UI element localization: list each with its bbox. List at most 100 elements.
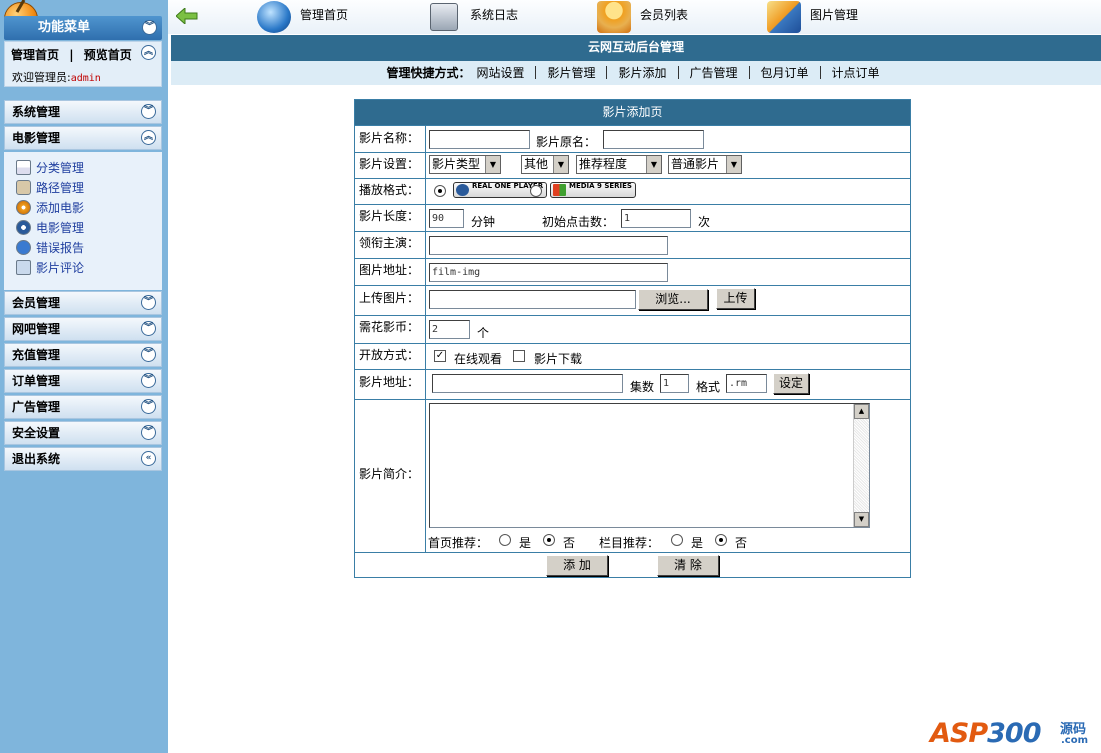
episode-input[interactable]: 1 — [660, 374, 689, 393]
movie-address-input[interactable] — [432, 374, 623, 393]
toolbar-home[interactable]: 管理首页 — [257, 0, 357, 34]
movie-intro-textarea[interactable]: ▲ ▼ — [429, 403, 870, 528]
back-arrow-icon[interactable] — [176, 8, 198, 24]
expand-up-icon[interactable]: ︽ — [141, 45, 156, 60]
home-recommend-label: 首页推荐： — [428, 536, 489, 550]
column-recommend-no-radio[interactable] — [715, 534, 727, 546]
scroll-down-icon[interactable]: ▼ — [854, 512, 869, 527]
movie-address-label: 影片地址： — [355, 370, 426, 399]
submenu-add-movie[interactable]: 添加电影 — [16, 199, 84, 217]
upload-button[interactable]: 上传 — [716, 288, 755, 309]
submenu-category[interactable]: 分类管理 — [16, 159, 84, 177]
row-form-actions: 添 加 清 除 — [355, 552, 910, 578]
dropdown-arrow-icon: ▼ — [726, 156, 741, 173]
section-member[interactable]: 会员管理 ︾ — [4, 291, 162, 315]
section-logout[interactable]: 退出系统 « — [4, 447, 162, 471]
row-movie-length-value: 90 分钟 初始点击数： 1 次 — [427, 205, 910, 231]
submenu-path[interactable]: 路径管理 — [16, 179, 84, 197]
home-recommend-yes-radio[interactable] — [499, 534, 511, 546]
toolbar-members[interactable]: 会员列表 — [597, 0, 697, 34]
coin-cost-label: 需花影币： — [355, 316, 426, 343]
scroll-up-icon[interactable]: ▲ — [854, 404, 869, 419]
column-recommend-yes-label: 是 — [691, 536, 704, 550]
section-netbar[interactable]: 网吧管理 ︾ — [4, 317, 162, 341]
origin-name-input[interactable] — [603, 130, 704, 149]
lead-actor-input[interactable] — [429, 236, 668, 255]
movie-other-select[interactable]: 其他 ▼ — [521, 155, 569, 174]
asp300-watermark-logo: ASP300 源码 .com — [930, 712, 1095, 750]
browse-button[interactable]: 浏览... — [638, 289, 708, 310]
column-recommend-yes-radio[interactable] — [671, 534, 683, 546]
sidebar: 功能菜单 ︾ 管理首页 | 预览首页 ︽ 欢迎管理员:admin 系统管理 ︾ … — [0, 0, 168, 753]
movie-submenu: 分类管理 路径管理 添加电影 电影管理 错误报告 影片评论 — [4, 152, 162, 290]
section-order-label: 订单管理 — [12, 374, 61, 388]
episode-label: 集数 — [630, 380, 655, 394]
download-checkbox[interactable] — [513, 350, 525, 362]
submenu-movie-manage[interactable]: 电影管理 — [16, 219, 84, 237]
welcome-text: 欢迎管理员:admin — [12, 69, 101, 85]
section-order[interactable]: 订单管理 ︾ — [4, 369, 162, 393]
movie-name-label: 影片名称： — [355, 126, 426, 152]
sidebar-nav: 管理首页 | 预览首页 — [11, 46, 132, 63]
section-security[interactable]: 安全设置 ︾ — [4, 421, 162, 445]
movie-length-input[interactable]: 90 — [429, 209, 464, 228]
row-open-mode: 开放方式： ✓ 在线观看 影片下载 — [355, 343, 910, 369]
upload-file-input[interactable] — [429, 290, 636, 309]
quick-links-label: 管理快捷方式： — [386, 66, 471, 80]
recommend-level-value: 推荐程度 — [579, 157, 628, 171]
section-logout-label: 退出系统 — [12, 452, 61, 466]
separator — [535, 66, 537, 79]
toolbar-pictures[interactable]: 图片管理 — [767, 0, 867, 34]
quick-link-site-settings[interactable]: 网站设置 — [470, 66, 530, 80]
section-recharge[interactable]: 充值管理 ︾ — [4, 343, 162, 367]
chevron-down-icon: ︾ — [141, 347, 156, 362]
format-label: 格式 — [696, 380, 721, 394]
movie-name-input[interactable] — [429, 130, 530, 149]
textarea-scrollbar[interactable]: ▲ ▼ — [853, 404, 869, 527]
format-media-radio[interactable] — [530, 185, 542, 197]
separator — [748, 66, 750, 79]
download-label: 影片下载 — [534, 352, 583, 366]
quick-link-ad-manage[interactable]: 广告管理 — [684, 66, 744, 80]
windows-media-icon — [553, 184, 566, 196]
section-system-label: 系统管理 — [12, 105, 61, 119]
length-unit: 分钟 — [471, 215, 496, 229]
nav-preview-link[interactable]: 预览首页 — [84, 48, 132, 62]
format-input[interactable]: .rm — [726, 374, 767, 393]
quick-link-movie-manage[interactable]: 影片管理 — [541, 66, 601, 80]
format-real-radio[interactable] — [434, 185, 446, 197]
image-url-label: 图片地址： — [355, 259, 426, 285]
nav-home-link[interactable]: 管理首页 — [11, 48, 59, 62]
movie-type-select[interactable]: 影片类型 ▼ — [429, 155, 501, 174]
chevron-down-icon: ︾ — [141, 373, 156, 388]
recommend-level-select[interactable]: 推荐程度 ▼ — [576, 155, 662, 174]
collapse-icon[interactable]: ︾ — [142, 20, 157, 35]
row-coin-cost: 需花影币： 2 个 — [355, 315, 910, 343]
sidebar-nav-panel: 管理首页 | 预览首页 ︽ 欢迎管理员:admin — [4, 41, 162, 87]
clear-button[interactable]: 清 除 — [657, 555, 719, 576]
section-system[interactable]: 系统管理 ︾ — [4, 100, 162, 124]
online-watch-checkbox[interactable]: ✓ — [434, 350, 446, 362]
play-format-label: 播放格式： — [355, 179, 426, 204]
section-movie[interactable]: 电影管理 ︽ — [4, 126, 162, 150]
add-button[interactable]: 添 加 — [546, 555, 608, 576]
quick-link-point-orders[interactable]: 计点订单 — [826, 66, 886, 80]
movie-add-form: 影片添加页 影片名称： 影片原名： 影片设置： 影片类型 ▼ 其他 ▼ 推荐程度 ▼ … — [354, 99, 911, 578]
submenu-comments[interactable]: 影片评论 — [16, 259, 84, 277]
home-recommend-no-radio[interactable] — [543, 534, 555, 546]
admin-username: admin — [70, 73, 101, 84]
initial-clicks-input[interactable]: 1 — [621, 209, 691, 228]
movie-kind-select[interactable]: 普通影片 ▼ — [668, 155, 742, 174]
quick-link-movie-add[interactable]: 影片添加 — [612, 66, 672, 80]
online-watch-label: 在线观看 — [454, 352, 503, 366]
watermark-main: ASP300 — [930, 718, 1042, 749]
row-movie-intro: 影片简介： ▲ ▼ 首页推荐： 是 否 栏目推荐： 是 否 — [355, 399, 910, 552]
quick-link-monthly-orders[interactable]: 包月订单 — [755, 66, 815, 80]
submenu-error-report[interactable]: 错误报告 — [16, 239, 84, 257]
toolbar-log[interactable]: 系统日志 — [427, 0, 527, 34]
image-url-input[interactable]: film-img — [429, 263, 668, 282]
coin-cost-input[interactable]: 2 — [429, 320, 470, 339]
set-button[interactable]: 设定 — [773, 373, 809, 394]
section-ad[interactable]: 广告管理 ︾ — [4, 395, 162, 419]
clicks-unit: 次 — [698, 215, 711, 229]
